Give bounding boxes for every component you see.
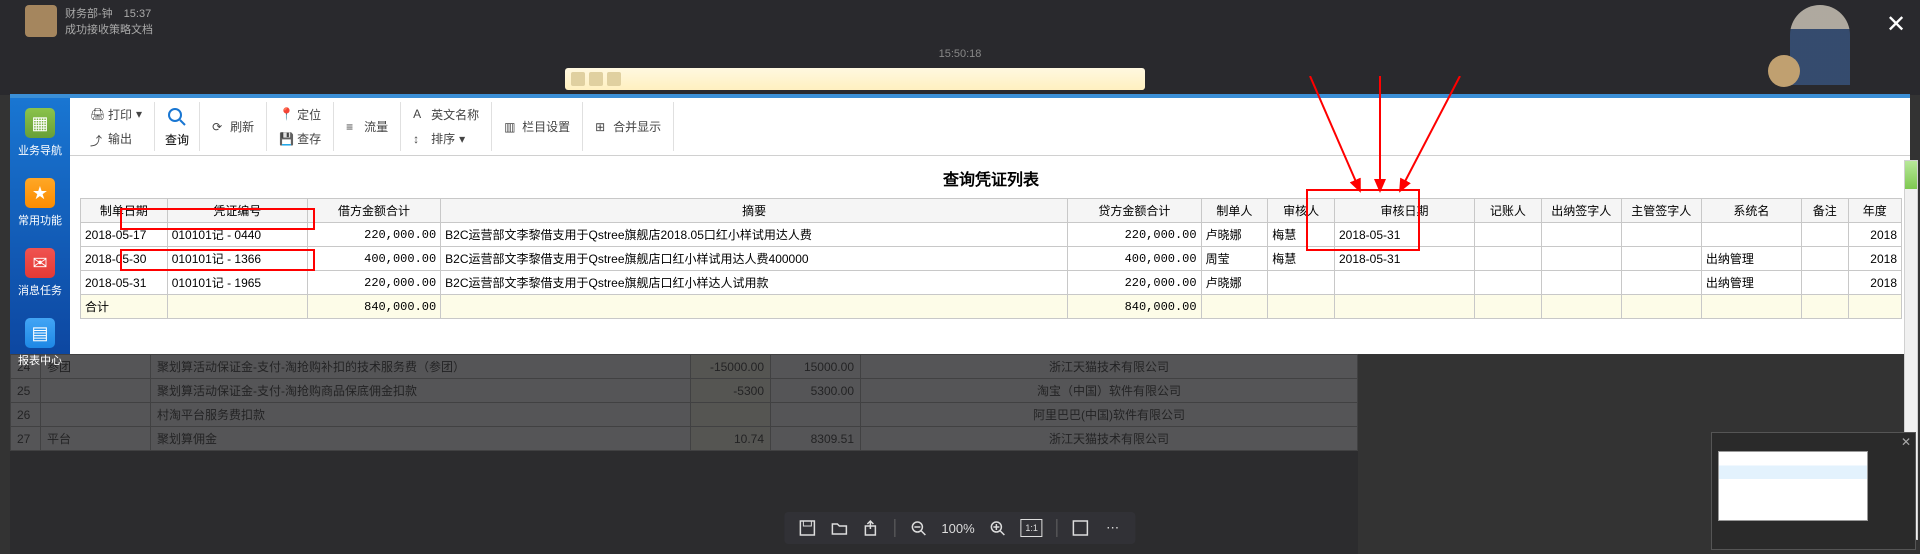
table-row[interactable]: 2018-05-31010101记 - 1965220,000.00B2C运营部… [81,271,1902,295]
savequery-button[interactable]: 💾查存 [275,128,325,149]
col-year[interactable]: 年度 [1848,199,1901,223]
browser-btn[interactable] [589,72,603,86]
flow-icon: ≡ [346,120,360,134]
table-row[interactable]: 2018-05-30010101记 - 1366400,000.00B2C运营部… [81,247,1902,271]
report-icon: ▤ [25,318,55,348]
table-area: 查询凭证列表 制单日期 凭证编号 借方金额合计 摘要 贷方金额合计 制单人 审核… [80,156,1902,346]
nav-icon: ▦ [25,108,55,138]
merge-icon: ⊞ [595,120,609,134]
sidebar-item-report[interactable]: ▤ 报表中心 [10,308,70,378]
lang-icon: A [413,107,427,121]
col-poster[interactable]: 记账人 [1475,199,1542,223]
print-button[interactable]: 🖨打印 ▾ [86,104,146,125]
zoom-out-icon[interactable] [909,519,927,537]
col-debit[interactable]: 借方金额合计 [307,199,440,223]
voucher-table[interactable]: 制单日期 凭证编号 借方金额合计 摘要 贷方金额合计 制单人 审核人 审核日期 … [80,198,1902,319]
sidebar-item-label: 消息任务 [18,282,62,298]
printer-icon: 🖨 [90,107,104,121]
sidebar-item-msg[interactable]: ✉ 消息任务 [10,238,70,308]
sidebar-item-label: 常用功能 [18,212,62,228]
search-icon [165,105,189,129]
merge-button[interactable]: ⊞合并显示 [591,116,665,137]
share-icon[interactable] [862,519,880,537]
pin-icon: 📍 [279,107,293,121]
viewer-toolbar: 100% 1:1 ⋯ [784,512,1135,544]
zoom-in-icon[interactable] [989,519,1007,537]
col-vno[interactable]: 凭证编号 [167,199,307,223]
chat-name: 财务部-钟 [65,8,113,20]
refresh-icon: ⟳ [212,120,226,134]
toolbar: 🖨打印 ▾ ⤴输出 查询 ⟳刷新 📍定位 💾查存 ≡流量 A英文名称 ↕排序 ▾ [70,98,1910,156]
star-icon: ★ [25,178,55,208]
thumbnail-panel: ✕ [1711,432,1916,550]
save-icon: 💾 [279,132,293,146]
sort-icon: ↕ [413,132,427,146]
save-icon[interactable] [798,519,816,537]
table-row[interactable]: 2018-05-17010101记 - 0440220,000.00B2C运营部… [81,223,1902,247]
close-icon[interactable]: ✕ [1901,435,1911,449]
col-supervisor[interactable]: 主管签字人 [1621,199,1701,223]
col-date[interactable]: 制单日期 [81,199,168,223]
sidebar-item-label: 业务导航 [18,142,62,158]
columns-icon: ▥ [504,120,518,134]
sort-button[interactable]: ↕排序 ▾ [409,128,483,149]
flow-button[interactable]: ≡流量 [342,116,392,137]
col-cashier[interactable]: 出纳签字人 [1541,199,1621,223]
zoom-level: 100% [941,521,974,536]
center-time: 15:50:18 [939,48,982,60]
chat-sub: 成功接收策略文档 [65,21,153,37]
sidebar-item-fav[interactable]: ★ 常用功能 [10,168,70,238]
refresh-button[interactable]: ⟳刷新 [208,116,258,137]
more-icon[interactable]: ⋯ [1104,519,1122,537]
english-button[interactable]: A英文名称 [409,104,483,125]
table-header-row: 制单日期 凭证编号 借方金额合计 摘要 贷方金额合计 制单人 审核人 审核日期 … [81,199,1902,223]
background-table: 24参团聚划算活动保证金-支付-淘抢购补扣的技术服务费（参团）-15000.00… [10,354,1358,554]
col-sys[interactable]: 系统名 [1701,199,1801,223]
avatar-right [1768,55,1800,87]
table-title: 查询凭证列表 [80,156,1902,198]
query-button[interactable]: 查询 [155,102,200,151]
col-credit[interactable]: 贷方金额合计 [1068,199,1201,223]
sidebar-item-nav[interactable]: ▦ 业务导航 [10,98,70,168]
mail-icon: ✉ [25,248,55,278]
export-icon: ⤴ [90,132,104,146]
col-adate[interactable]: 审核日期 [1334,199,1474,223]
sidebar-item-label: 报表中心 [18,352,62,368]
left-sidebar: ▦ 业务导航 ★ 常用功能 ✉ 消息任务 ▤ 报表中心 [10,98,70,354]
folder-icon[interactable] [830,519,848,537]
browser-btn[interactable] [607,72,621,86]
columns-button[interactable]: ▥栏目设置 [500,116,574,137]
chat-message: 财务部-钟 15:37 成功接收策略文档 [25,5,153,37]
chat-time: 15:37 [124,8,152,20]
close-icon[interactable]: ✕ [1884,12,1908,36]
avatar [25,5,57,37]
col-summary[interactable]: 摘要 [441,199,1068,223]
col-auditor[interactable]: 审核人 [1268,199,1335,223]
export-button[interactable]: ⤴输出 [86,128,146,149]
one-to-one-icon[interactable]: 1:1 [1021,519,1043,537]
scrollbar-thumb[interactable] [1905,161,1917,189]
col-remark[interactable]: 备注 [1801,199,1848,223]
browser-address-bar[interactable] [565,68,1145,90]
table-sum-row: 合计840,000.00840,000.00 [81,295,1902,319]
browser-btn[interactable] [571,72,585,86]
thumbnail-image[interactable] [1718,451,1868,521]
col-maker[interactable]: 制单人 [1201,199,1268,223]
locate-button[interactable]: 📍定位 [275,104,325,125]
fit-icon[interactable] [1072,519,1090,537]
